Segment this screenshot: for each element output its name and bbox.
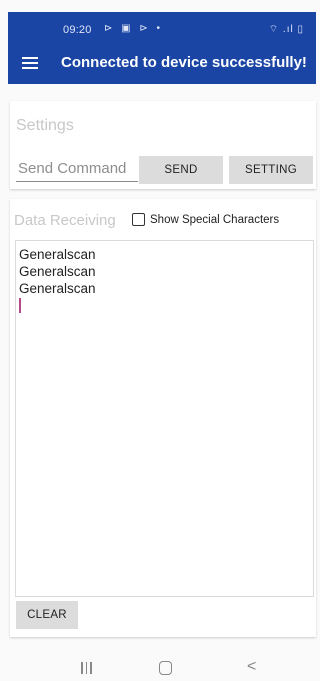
received-line: Generalscan (19, 247, 96, 262)
setting-button[interactable]: SETTING (229, 156, 313, 184)
send-command-input[interactable] (16, 155, 138, 182)
back-icon[interactable]: < (247, 658, 256, 676)
notification-icons: ⊳ ▣ ⊳ • (104, 23, 164, 34)
send-button[interactable]: SEND (139, 156, 223, 184)
status-time: 09:20 (63, 24, 92, 36)
data-receiving-card: Data Receiving Show Special Characters G… (10, 199, 316, 637)
signal-battery-icons: ⌔ .ıl ▯ (268, 24, 304, 35)
clear-button[interactable]: CLEAR (16, 601, 78, 629)
hamburger-icon[interactable] (22, 54, 38, 70)
recent-apps-icon[interactable] (81, 662, 92, 674)
data-receiving-title: Data Receiving (14, 212, 116, 229)
settings-title: Settings (16, 117, 74, 134)
system-nav-bar: < (8, 656, 316, 681)
home-icon[interactable] (159, 661, 172, 675)
app-title: Connected to device successfully! (61, 54, 307, 71)
received-data-area[interactable]: Generalscan Generalscan Generalscan (15, 240, 314, 597)
settings-card: Settings SEND SETTING (10, 101, 316, 189)
received-data-lines: Generalscan Generalscan Generalscan (19, 246, 96, 313)
app-bar: Connected to device successfully! (8, 42, 316, 84)
status-bar: 09:20 ⊳ ▣ ⊳ • ⌔ .ıl ▯ (8, 12, 316, 42)
show-special-characters-toggle[interactable]: Show Special Characters (132, 213, 279, 226)
show-special-checkbox[interactable] (132, 213, 145, 226)
received-line: Generalscan (19, 281, 96, 296)
received-line: Generalscan (19, 264, 96, 279)
text-caret (19, 298, 21, 313)
show-special-label: Show Special Characters (150, 213, 280, 226)
